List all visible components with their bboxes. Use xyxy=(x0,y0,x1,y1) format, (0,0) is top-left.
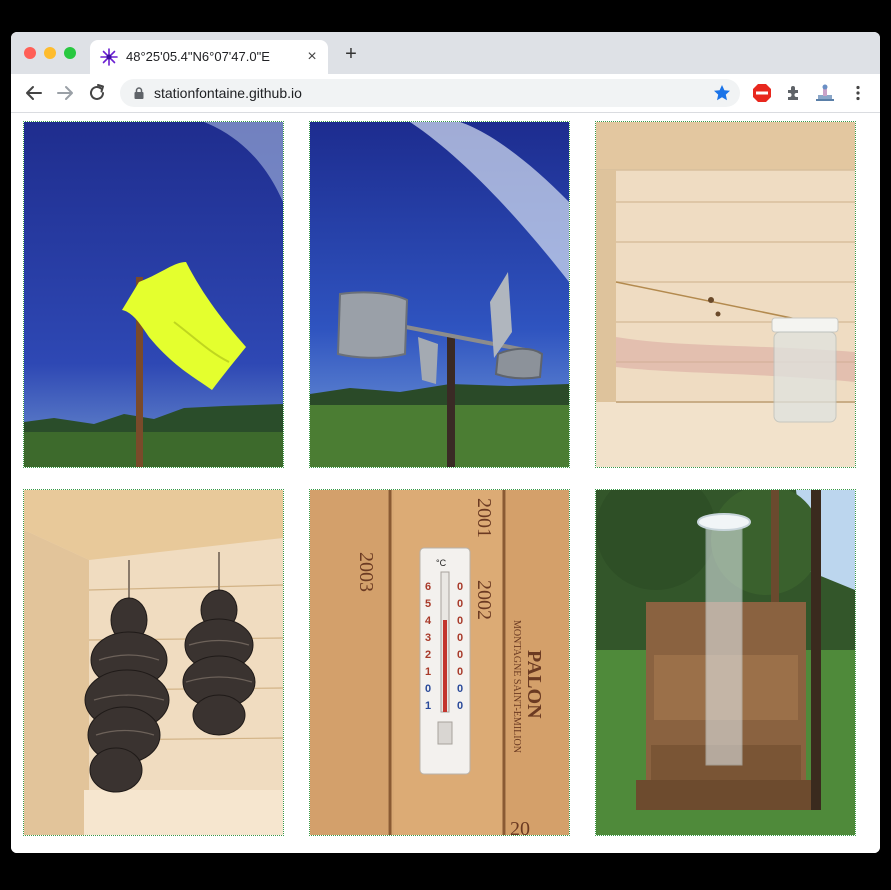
address-bar[interactable]: stationfontaine.github.io xyxy=(120,79,740,107)
reload-icon[interactable] xyxy=(86,82,108,104)
jar-box-image xyxy=(596,122,855,467)
svg-text:0: 0 xyxy=(457,683,463,695)
pine-cones-image xyxy=(24,490,283,835)
svg-text:3: 3 xyxy=(425,632,431,644)
close-tab-icon[interactable]: × xyxy=(302,47,322,67)
puzzle-extensions-icon[interactable] xyxy=(784,83,804,103)
svg-text:0: 0 xyxy=(425,683,431,695)
svg-text:0: 0 xyxy=(457,598,463,610)
photo-wind-vane[interactable] xyxy=(309,121,570,468)
rain-gauge-image xyxy=(596,490,855,835)
svg-text:1: 1 xyxy=(425,666,431,678)
toolbar: stationfontaine.github.io xyxy=(11,74,880,113)
svg-text:0: 0 xyxy=(457,649,463,661)
photo-rain-gauge[interactable] xyxy=(595,489,856,836)
sparkle-icon xyxy=(100,48,118,66)
svg-text:2: 2 xyxy=(425,649,431,661)
photo-thermometer[interactable]: 2003 2001 2002 PALON MONTAGNE SAINT-EMIL… xyxy=(309,489,570,836)
new-tab-button[interactable]: + xyxy=(340,43,362,65)
back-arrow-icon[interactable] xyxy=(23,82,45,104)
svg-text:0: 0 xyxy=(457,700,463,712)
flag-image xyxy=(24,122,283,467)
crate-year-top: 2001 xyxy=(473,498,495,538)
svg-text:0: 0 xyxy=(457,615,463,627)
profile-avatar-icon[interactable] xyxy=(815,83,835,103)
thermometer-unit: °C xyxy=(436,558,447,568)
svg-text:1: 1 xyxy=(425,700,431,712)
forward-arrow-icon[interactable] xyxy=(54,82,76,104)
tab-title: 48°25'05.4"N6°07'47.0"E xyxy=(126,49,270,64)
svg-text:5: 5 xyxy=(425,598,431,610)
lock-icon[interactable] xyxy=(132,86,146,100)
bookmark-star-icon[interactable] xyxy=(712,83,732,103)
crate-year-bottom: 20 xyxy=(510,818,530,835)
crate-appellation: MONTAGNE SAINT-EMILION xyxy=(511,620,522,753)
crate-year-left: 2003 xyxy=(355,552,377,592)
svg-text:0: 0 xyxy=(457,581,463,593)
maximize-window-button[interactable] xyxy=(64,47,76,59)
page-content: 2003 2001 2002 PALON MONTAGNE SAINT-EMIL… xyxy=(11,113,880,853)
close-window-button[interactable] xyxy=(24,47,36,59)
svg-text:0: 0 xyxy=(457,632,463,644)
stop-sign-extension-icon[interactable] xyxy=(752,83,772,103)
svg-text:6: 6 xyxy=(425,581,431,593)
svg-text:4: 4 xyxy=(425,615,432,627)
svg-text:0: 0 xyxy=(457,666,463,678)
more-menu-icon[interactable] xyxy=(848,83,868,103)
tab-strip: 48°25'05.4"N6°07'47.0"E × + xyxy=(11,32,880,74)
minimize-window-button[interactable] xyxy=(44,47,56,59)
tab-active[interactable]: 48°25'05.4"N6°07'47.0"E × xyxy=(90,40,328,74)
browser-window: 48°25'05.4"N6°07'47.0"E × + stationfonta… xyxy=(11,32,880,853)
photo-flag[interactable] xyxy=(23,121,284,468)
wind-vane-image xyxy=(310,122,569,467)
crate-brand: PALON xyxy=(523,650,545,719)
url-text[interactable]: stationfontaine.github.io xyxy=(154,85,302,101)
photo-jar-box[interactable] xyxy=(595,121,856,468)
thermometer-image: 2003 2001 2002 PALON MONTAGNE SAINT-EMIL… xyxy=(310,490,569,835)
photo-pine-cones[interactable] xyxy=(23,489,284,836)
crate-year-mid: 2002 xyxy=(473,580,495,620)
